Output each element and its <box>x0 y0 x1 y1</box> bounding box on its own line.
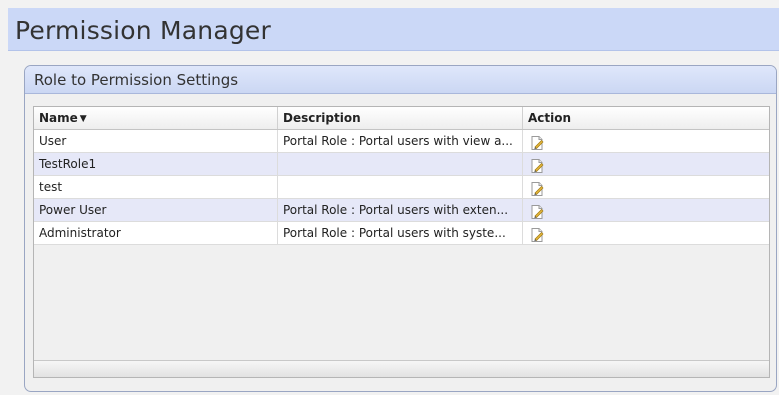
role-description-cell: Portal Role : Portal users with exten... <box>278 199 523 221</box>
role-description-cell: Portal Role : Portal users with view a..… <box>278 130 523 152</box>
sort-desc-icon: ▼ <box>79 114 87 124</box>
edit-icon[interactable] <box>529 204 545 220</box>
page-title: Permission Manager <box>15 16 271 45</box>
table-body: User Portal Role : Portal users with vie… <box>34 130 769 245</box>
role-description-cell: Portal Role : Portal users with syste... <box>278 222 523 244</box>
column-header-description[interactable]: Description <box>278 107 523 129</box>
edit-icon[interactable] <box>529 135 545 151</box>
column-header-action[interactable]: Action <box>523 107 769 129</box>
column-header-label: Description <box>283 111 361 125</box>
role-description-cell <box>278 153 523 175</box>
column-header-label: Action <box>528 111 572 125</box>
panel-header: Role to Permission Settings <box>25 66 776 94</box>
page-header: Permission Manager <box>8 8 779 51</box>
role-name-cell: TestRole1 <box>34 153 278 175</box>
table-row[interactable]: TestRole1 <box>34 153 769 176</box>
edit-icon[interactable] <box>529 181 545 197</box>
table-footer <box>34 360 769 377</box>
roles-table: Name ▼ Description Action User Portal Rol… <box>33 106 770 378</box>
table-row[interactable]: User Portal Role : Portal users with vie… <box>34 130 769 153</box>
action-cell <box>523 176 769 198</box>
table-row[interactable]: test <box>34 176 769 199</box>
role-name-cell: User <box>34 130 278 152</box>
role-permission-panel: Role to Permission Settings Name ▼ Descri… <box>24 65 777 392</box>
edit-icon[interactable] <box>529 227 545 243</box>
action-cell <box>523 222 769 244</box>
table-row[interactable]: Power User Portal Role : Portal users wi… <box>34 199 769 222</box>
edit-icon[interactable] <box>529 158 545 174</box>
column-header-name[interactable]: Name ▼ <box>34 107 278 129</box>
action-cell <box>523 153 769 175</box>
action-cell <box>523 199 769 221</box>
column-header-label: Name <box>39 111 78 125</box>
role-name-cell: Power User <box>34 199 278 221</box>
panel-title: Role to Permission Settings <box>34 71 239 89</box>
table-header: Name ▼ Description Action <box>34 107 769 130</box>
role-description-cell <box>278 176 523 198</box>
action-cell <box>523 130 769 152</box>
role-name-cell: Administrator <box>34 222 278 244</box>
table-row[interactable]: Administrator Portal Role : Portal users… <box>34 222 769 245</box>
role-name-cell: test <box>34 176 278 198</box>
